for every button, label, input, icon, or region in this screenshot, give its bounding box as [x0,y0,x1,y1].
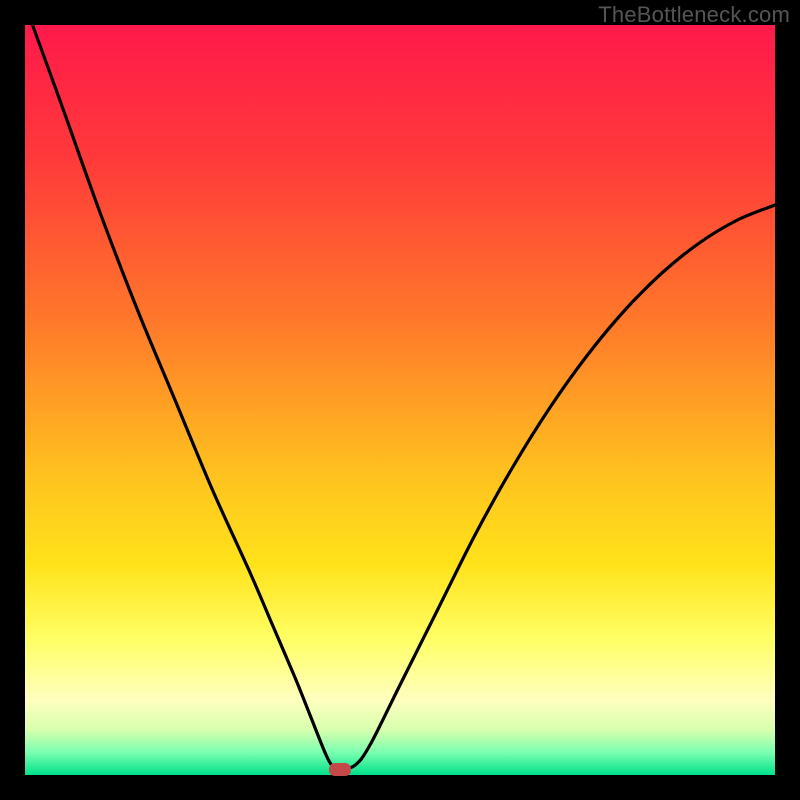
watermark-text: TheBottleneck.com [598,2,790,28]
chart-svg [25,25,775,775]
plot-area [25,25,775,775]
minimum-marker [329,763,351,776]
chart-frame: TheBottleneck.com [0,0,800,800]
bottleneck-curve [33,25,776,769]
